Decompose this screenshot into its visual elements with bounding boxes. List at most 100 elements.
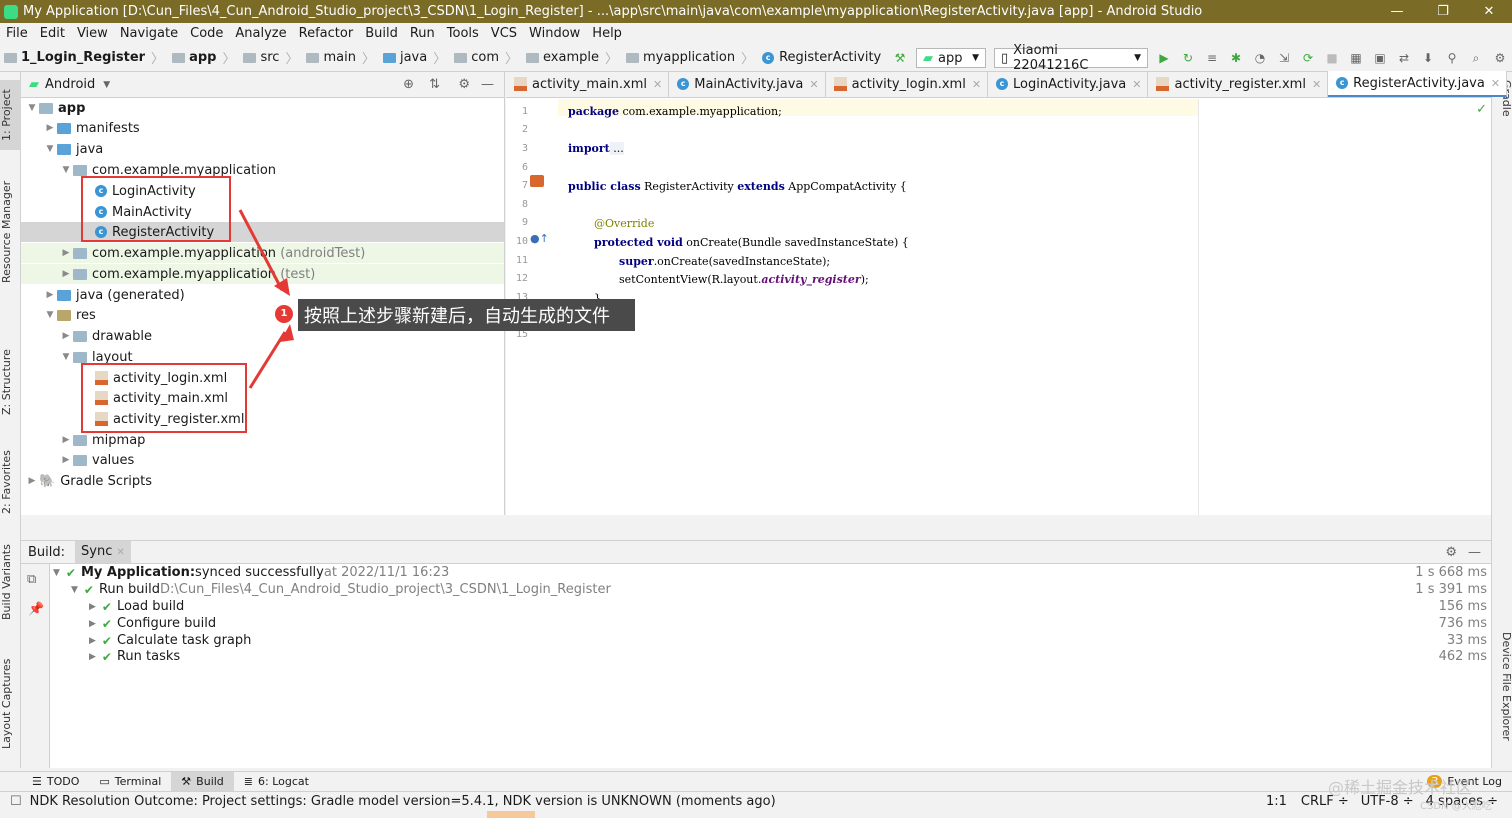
close-tab-icon[interactable]: ✕ [1132, 78, 1141, 91]
project-structure-icon[interactable]: ▦ [1348, 50, 1364, 66]
tab-layout-captures[interactable]: Layout Captures [0, 654, 21, 754]
run-config-select[interactable]: ▰ app ▼ [916, 48, 986, 68]
breadcrumb-example[interactable]: example 〉 [522, 48, 622, 67]
tree-item-app[interactable]: ▼ app [21, 98, 504, 118]
close-tab-icon[interactable]: ✕ [972, 78, 981, 91]
close-tab-icon[interactable]: ✕ [1491, 77, 1500, 90]
close-tab-icon[interactable]: ✕ [116, 547, 124, 558]
menu-window[interactable]: Window [523, 26, 586, 41]
tab-logcat[interactable]: ≣ 6: Logcat [234, 772, 319, 792]
stop-icon[interactable]: ■ [1324, 50, 1340, 66]
menu-analyze[interactable]: Analyze [229, 26, 292, 41]
avd-manager-icon[interactable]: ▣ [1372, 50, 1388, 66]
run-icon[interactable]: ▶ [1156, 50, 1172, 66]
menu-navigate[interactable]: Navigate [114, 26, 184, 41]
code-line-7[interactable]: public class RegisterActivity extends Ap… [568, 180, 907, 193]
search-icon[interactable]: ⌕ [1468, 50, 1484, 66]
breadcrumb-registeractivity[interactable]: c RegisterActivity [758, 50, 885, 65]
tree-item-values[interactable]: ▶ values [21, 450, 504, 470]
breadcrumb-project[interactable]: 1_Login_Register 〉 [0, 48, 168, 67]
close-tab-icon[interactable]: ✕ [809, 78, 818, 91]
status-message[interactable]: NDK Resolution Outcome: Project settings… [30, 794, 776, 809]
breadcrumb-com[interactable]: com 〉 [450, 48, 522, 67]
tab-activity-login-xml[interactable]: activity_login.xml ✕ [826, 71, 989, 97]
hide-icon[interactable]: — [481, 77, 494, 92]
sync-icon[interactable]: ⟳ [1300, 50, 1316, 66]
code-line-1[interactable]: package com.example.myapplication; [568, 105, 782, 118]
tab-todo[interactable]: ☰ TODO [22, 772, 89, 792]
menu-code[interactable]: Code [184, 26, 229, 41]
menu-refactor[interactable]: Refactor [293, 26, 360, 41]
breadcrumb-main[interactable]: main 〉 [302, 48, 379, 67]
pin-icon[interactable]: 📌 [28, 602, 44, 617]
breadcrumb-java[interactable]: java 〉 [379, 48, 450, 67]
tab-activity-register-xml[interactable]: activity_register.xml ✕ [1148, 71, 1329, 97]
chevron-down-icon[interactable]: ▼ [103, 80, 110, 90]
breadcrumb-src[interactable]: src 〉 [239, 48, 302, 67]
gradle-sync-icon[interactable]: ⇄ [1396, 50, 1412, 66]
menu-view[interactable]: View [71, 26, 114, 41]
build-row-calculate-task-graph[interactable]: ▶ ✔ Calculate task graph [89, 632, 251, 649]
apply-changes-icon[interactable]: ↻ [1180, 50, 1196, 66]
build-row-sync[interactable]: ▼ ✔ My Application: synced successfully at… [53, 564, 449, 581]
layout-gutter-icon[interactable] [530, 175, 544, 187]
tab-mainactivity-java[interactable]: c MainActivity.java ✕ [669, 71, 826, 97]
locate-icon[interactable]: ⊕ [403, 77, 414, 92]
menu-file[interactable]: File [0, 26, 34, 41]
menu-tools[interactable]: Tools [441, 26, 485, 41]
tree-item-mipmap[interactable]: ▶ mipmap [21, 430, 504, 450]
menu-help[interactable]: Help [586, 26, 628, 41]
device-select[interactable]: ▯ Xiaomi 22041216C ▼ [994, 43, 1148, 73]
breadcrumb-myapplication[interactable]: myapplication 〉 [622, 48, 758, 67]
build-row-run-build[interactable]: ▼ ✔ Run build D:\Cun_Files\4_Cun_Android_S… [71, 581, 611, 598]
override-gutter-icon[interactable]: ●↑ [530, 232, 549, 245]
build-row-run-tasks[interactable]: ▶ ✔ Run tasks [89, 648, 180, 665]
tab-registeractivity-java[interactable]: c RegisterActivity.java ✕ [1328, 71, 1508, 97]
tab-structure[interactable]: Z: Structure [0, 342, 21, 422]
tab-device-file-explorer[interactable]: Device File Explorer [1492, 632, 1512, 762]
build-row-configure-build[interactable]: ▶ ✔ Configure build [89, 615, 216, 632]
tree-item-manifests[interactable]: ▶ manifests [21, 118, 504, 138]
tab-loginactivity-java[interactable]: c LoginActivity.java ✕ [988, 71, 1149, 97]
close-button[interactable]: ✕ [1466, 0, 1512, 23]
menu-run[interactable]: Run [404, 26, 441, 41]
code-line-12[interactable]: setContentView(R.layout.activity_registe… [619, 273, 869, 286]
status-toggle-icon[interactable]: ☐ [10, 794, 22, 809]
code-line-9[interactable]: @Override [594, 217, 654, 230]
hammer-icon[interactable]: ⚒ [892, 50, 908, 66]
attach-debugger-icon[interactable]: ⇲ [1276, 50, 1292, 66]
maximize-button[interactable]: ❐ [1420, 0, 1466, 23]
build-row-load-build[interactable]: ▶ ✔ Load build [89, 598, 184, 615]
toggle-view-icon[interactable]: ⧉ [27, 572, 36, 587]
hide-icon[interactable]: — [1468, 545, 1481, 560]
code-line-11[interactable]: super.onCreate(savedInstanceState); [619, 255, 830, 268]
close-tab-icon[interactable]: ✕ [1312, 78, 1321, 91]
tree-item-java[interactable]: ▼ java [21, 139, 504, 159]
menu-edit[interactable]: Edit [34, 26, 71, 41]
inspection-ok-icon[interactable]: ✓ [1476, 102, 1487, 117]
sdk-manager-icon[interactable]: ⬇ [1420, 50, 1436, 66]
code-line-10[interactable]: protected void onCreate(Bundle savedInst… [594, 236, 909, 249]
tab-build[interactable]: ⚒ Build [171, 771, 234, 792]
tab-resource-manager[interactable]: Resource Manager [0, 172, 21, 292]
apply-code-icon[interactable]: ≡ [1204, 50, 1220, 66]
breadcrumb-app[interactable]: app 〉 [168, 48, 239, 67]
close-tab-icon[interactable]: ✕ [653, 78, 662, 91]
menu-build[interactable]: Build [359, 26, 404, 41]
minimize-button[interactable]: — [1374, 0, 1420, 23]
collapse-icon[interactable]: ⇅ [429, 77, 440, 92]
debug-icon[interactable]: ✱ [1228, 50, 1244, 66]
menu-vcs[interactable]: VCS [485, 26, 523, 41]
gear-icon[interactable]: ⚙ [1445, 545, 1457, 560]
profile-icon[interactable]: ◔ [1252, 50, 1268, 66]
layout-inspector-icon[interactable]: ⚲ [1444, 50, 1460, 66]
tab-sync[interactable]: Sync ✕ [75, 541, 131, 563]
settings-icon[interactable]: ⚙ [1492, 50, 1508, 66]
project-view-select[interactable]: Android [45, 77, 95, 92]
tab-favorites[interactable]: 2: Favorites [0, 442, 21, 522]
tab-activity-main-xml[interactable]: activity_main.xml ✕ [506, 71, 670, 97]
code-line-3[interactable]: import ... [568, 142, 624, 155]
tree-item-gradle-scripts[interactable]: ▶ 🐘 Gradle Scripts [21, 471, 504, 491]
caret-position[interactable]: 1:1 [1258, 794, 1295, 809]
tab-project[interactable]: 1: Project [0, 80, 21, 150]
